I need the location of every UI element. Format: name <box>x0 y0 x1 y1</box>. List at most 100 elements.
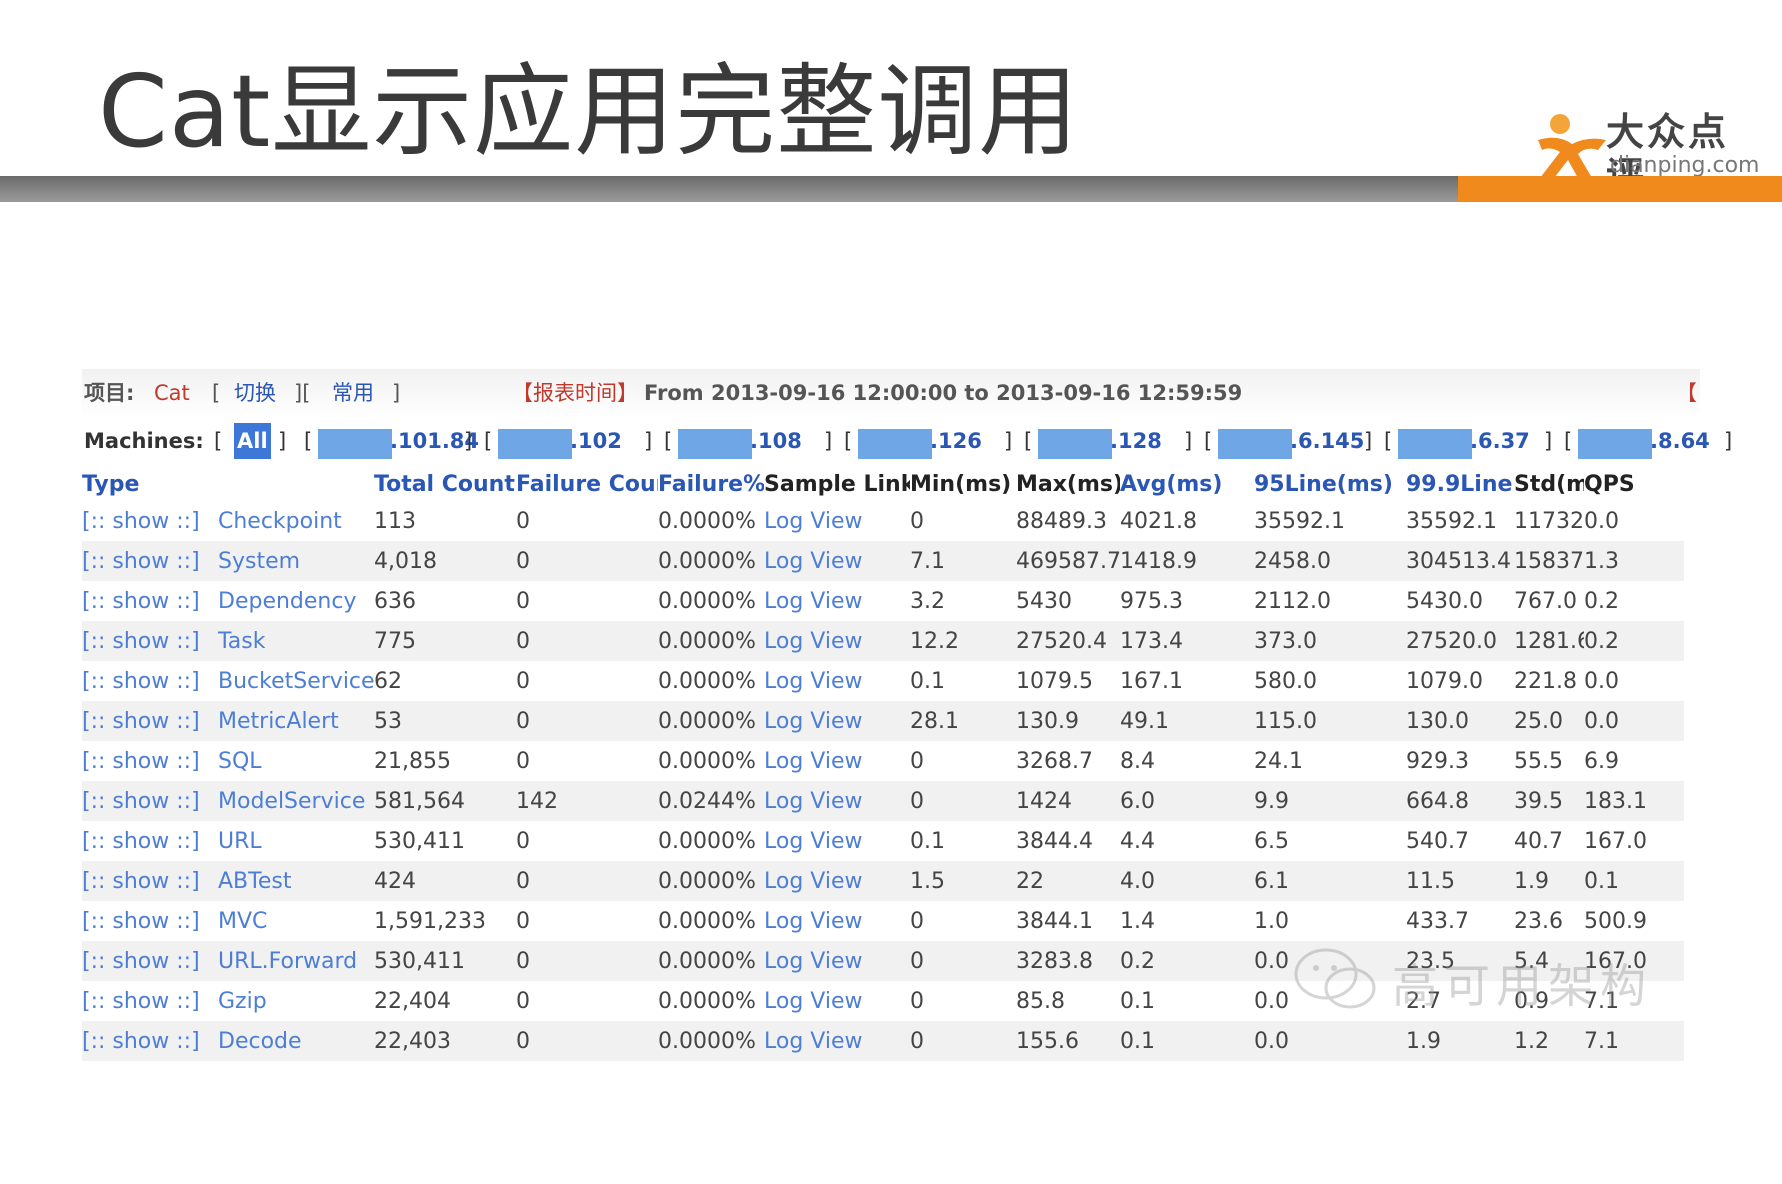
machine-link[interactable]: .102 <box>570 423 622 459</box>
transaction-type-link[interactable]: MetricAlert <box>218 701 374 741</box>
bracket-open: [ <box>844 429 853 453</box>
bracket-open: [ <box>1024 429 1033 453</box>
transaction-type-link[interactable]: URL.Forward <box>218 941 374 981</box>
header-divider-gray <box>0 176 1458 202</box>
log-view-link[interactable]: Log View <box>764 781 910 821</box>
log-view-link[interactable]: Log View <box>764 501 910 541</box>
max-ms-cell: 3844.4 <box>1016 828 1093 854</box>
log-view-link[interactable]: Log View <box>764 581 910 621</box>
logo-domain-text: dianping.com <box>1610 153 1760 178</box>
machines-label: Machines: <box>84 429 204 453</box>
total-count-cell: 53 <box>374 701 516 741</box>
col-header-failure-percent[interactable]: Failure% <box>658 467 764 501</box>
avg-ms-cell: 4021.8 <box>1120 508 1197 534</box>
transaction-type-link[interactable]: Task <box>218 621 374 661</box>
log-view-link[interactable]: Log View <box>764 621 910 661</box>
qps-cell: 7.1 <box>1584 1021 1684 1061</box>
failure-count-cell: 0 <box>516 621 658 661</box>
failure-count-cell: 0 <box>516 828 530 854</box>
col-header-type[interactable]: Type <box>82 467 218 501</box>
table-row: [:: show ::] MetricAlert 53 0 0.0000% Log Vie… <box>82 701 1684 741</box>
log-view-link[interactable]: Log View <box>764 541 910 581</box>
col-header-999line[interactable]: 99.9Line(ms) <box>1406 467 1514 501</box>
transaction-type-link[interactable]: ModelService <box>218 781 374 821</box>
machine-link[interactable]: .8.64 <box>1650 423 1710 459</box>
machine-link[interactable]: .126 <box>930 423 982 459</box>
transaction-type-link[interactable]: Dependency <box>218 581 374 621</box>
col-header-sample-link: Sample Link <box>764 471 910 497</box>
bracket-close: ] <box>1004 429 1013 453</box>
min-ms-cell: 0 <box>910 941 1016 981</box>
total-count-cell: 424 <box>374 861 516 901</box>
avg-ms-cell: 167.1 <box>1120 668 1183 694</box>
transaction-type-link[interactable]: MVC <box>218 901 374 941</box>
common-bracket-close: ] <box>392 381 401 405</box>
transaction-type-link[interactable]: Checkpoint <box>218 501 374 541</box>
avg-ms-cell: 0.2 <box>1120 941 1254 981</box>
total-count-cell: 530,411 <box>374 828 465 854</box>
transaction-type-link[interactable]: Decode <box>218 1021 374 1061</box>
show-toggle-link[interactable]: [:: show ::] <box>82 541 218 581</box>
show-toggle-link[interactable]: [:: show ::] <box>82 861 218 901</box>
project-name-link[interactable]: Cat <box>154 369 190 417</box>
machine-link[interactable]: .128 <box>1110 423 1162 459</box>
line95-ms-cell: 6.5 <box>1254 828 1289 854</box>
common-projects-link[interactable]: 常用 <box>332 369 374 417</box>
total-count-cell: 581,564 <box>374 781 516 821</box>
transaction-type-link[interactable]: URL <box>218 821 374 861</box>
log-view-link[interactable]: Log View <box>764 701 910 741</box>
show-toggle-link[interactable]: [:: show ::] <box>82 661 218 701</box>
machine-link[interactable]: .6.37 <box>1470 423 1530 459</box>
col-header-95line[interactable]: 95Line(ms) <box>1254 467 1406 501</box>
switch-project-link[interactable]: 切换 <box>234 369 276 417</box>
machine-all-link[interactable]: All <box>234 423 271 459</box>
machine-ip-mask <box>498 429 572 459</box>
log-view-link[interactable]: Log View <box>764 1021 910 1061</box>
show-toggle-link[interactable]: [:: show ::] <box>82 501 218 541</box>
show-toggle-link[interactable]: [:: show ::] <box>82 741 218 781</box>
show-toggle-link[interactable]: [:: show ::] <box>82 781 218 821</box>
col-header-total-count[interactable]: Total Count <box>374 467 516 501</box>
show-toggle-link[interactable]: [:: show ::] <box>82 1021 218 1061</box>
show-toggle-link[interactable]: [:: show ::] <box>82 821 218 861</box>
log-view-link[interactable]: Log View <box>764 861 910 901</box>
transaction-type-link[interactable]: ABTest <box>218 861 374 901</box>
failure-count-cell: 0 <box>516 701 658 741</box>
transaction-type-link[interactable]: Gzip <box>218 981 374 1021</box>
log-view-link[interactable]: Log View <box>764 901 910 941</box>
min-ms-cell: 7.1 <box>910 541 1016 581</box>
min-ms-cell: 0.1 <box>910 828 945 854</box>
col-header-avg[interactable]: Avg(ms) <box>1120 467 1254 501</box>
show-toggle-link[interactable]: [:: show ::] <box>82 701 218 741</box>
bracket-open: [ <box>304 429 313 453</box>
log-view-link[interactable]: Log View <box>764 821 910 861</box>
watermark-text: 高可用架构 <box>1392 959 1652 1013</box>
show-toggle-link[interactable]: [:: show ::] <box>82 941 218 981</box>
failure-percent-cell: 0.0000% <box>658 1021 764 1061</box>
show-toggle-link[interactable]: [:: show ::] <box>82 581 218 621</box>
log-view-link[interactable]: Log View <box>764 941 910 981</box>
log-view-link[interactable]: Log View <box>764 741 910 781</box>
failure-count-cell: 142 <box>516 781 658 821</box>
machine-link[interactable]: .6.145 <box>1290 423 1364 459</box>
transaction-type-link[interactable]: System <box>218 541 374 581</box>
table-row: [:: show ::] Task 775 0 0.0000% Log View 12.2 2… <box>82 621 1684 661</box>
transaction-type-link[interactable]: BucketService <box>218 661 374 701</box>
bracket-close: ] <box>278 429 287 453</box>
col-header-std: Std(ms) <box>1514 471 1584 497</box>
qps-cell: 183.1 <box>1584 781 1684 821</box>
max-ms-cell: 155.6 <box>1016 1021 1120 1061</box>
log-view-link[interactable]: Log View <box>764 661 910 701</box>
min-ms-cell: 3.2 <box>910 588 945 614</box>
col-header-failure-count[interactable]: Failure Count <box>516 467 658 501</box>
failure-percent-cell: 0.0000% <box>658 908 756 934</box>
log-view-link[interactable]: Log View <box>764 981 910 1021</box>
show-toggle-link[interactable]: [:: show ::] <box>82 981 218 1021</box>
line95-ms-cell: 1.0 <box>1254 908 1289 934</box>
failure-percent-cell: 0.0000% <box>658 588 756 614</box>
show-toggle-link[interactable]: [:: show ::] <box>82 621 218 661</box>
machine-ip-mask <box>1038 429 1112 459</box>
show-toggle-link[interactable]: [:: show ::] <box>82 901 218 941</box>
machine-link[interactable]: .108 <box>750 423 802 459</box>
transaction-type-link[interactable]: SQL <box>218 741 374 781</box>
